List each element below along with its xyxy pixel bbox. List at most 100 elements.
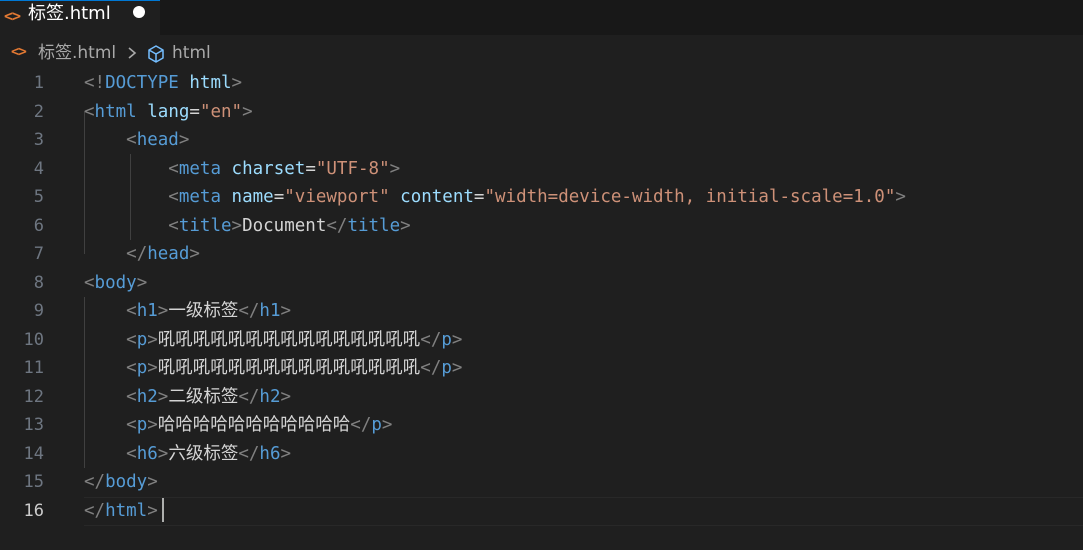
code-line[interactable]: 12 <h2>二级标签</h2> (0, 383, 1083, 412)
breadcrumb-file[interactable]: 标签.html (38, 42, 116, 64)
code-editor[interactable]: 1 <!DOCTYPE html> 2 <html lang="en"> 3 <head… (0, 69, 1083, 550)
code-token: p (441, 358, 452, 378)
code-token: = (305, 158, 316, 179)
line-number: 16 (23, 500, 44, 521)
code-line[interactable]: 2 <html lang="en"> (0, 98, 1083, 127)
code-line[interactable]: 13 <p>哈哈哈哈哈哈哈哈哈哈哈</p> (0, 411, 1083, 440)
code-token: < (126, 301, 137, 321)
html-code-icon: <> (11, 44, 27, 60)
html-code-icon: <> (4, 7, 21, 25)
code-line[interactable]: 14 <h6>六级标签</h6> (0, 440, 1083, 469)
line-number: 10 (23, 329, 44, 350)
code-token: </ (420, 329, 442, 350)
line-number: 14 (23, 443, 44, 464)
code-text: <meta charset="UTF-8"> (84, 155, 400, 183)
code-token: meta (178, 158, 221, 179)
code-token: head (147, 244, 190, 264)
code-line[interactable]: 8 <body> (0, 269, 1083, 298)
code-token: meta (178, 187, 221, 207)
code-token: title (178, 215, 232, 236)
code-line[interactable]: 6 <title>Document</title> (0, 212, 1083, 241)
code-text: <p>吼吼吼吼吼吼吼吼吼吼吼吼吼吼吼</p> (84, 326, 462, 354)
code-token: 六级标签 (168, 443, 239, 464)
code-token: > (147, 329, 158, 350)
code-line[interactable]: 11 <p>吼吼吼吼吼吼吼吼吼吼吼吼吼吼吼</p> (0, 354, 1083, 383)
line-number: 9 (33, 301, 44, 321)
code-text: <p>哈哈哈哈哈哈哈哈哈哈哈</p> (84, 411, 392, 439)
code-token: p (136, 329, 148, 350)
code-token: < (126, 130, 137, 150)
code-token: > (189, 244, 200, 264)
code-line[interactable]: 9 <h1>一级标签</h1> (0, 297, 1083, 326)
code-token: = (473, 187, 485, 207)
code-token: </ (238, 301, 260, 321)
line-number: 7 (33, 244, 44, 264)
code-token: html (105, 500, 148, 521)
code-line[interactable]: 4 <meta charset="UTF-8"> (0, 155, 1083, 184)
code-token: > (280, 443, 292, 464)
code-token: </ (84, 500, 106, 521)
code-token: "en" (199, 101, 243, 122)
tab-bar: <> 标签.html (0, 0, 1083, 35)
code-token: content (400, 187, 474, 207)
editor-window: <> 标签.html <> 标签.html html 1 <!DOCTYPE ht… (0, 0, 1083, 550)
code-token: head (136, 130, 179, 150)
code-token: </ (126, 244, 148, 264)
code-token: html (189, 73, 232, 93)
code-token: > (381, 415, 393, 435)
code-token: 吼吼吼吼吼吼吼吼吼吼吼吼吼吼吼 (157, 329, 421, 350)
code-token: "width=device-width, initial-scale=1.0" (484, 187, 896, 207)
code-line[interactable]: 7 </head> (0, 240, 1083, 269)
code-token: < (168, 215, 179, 236)
code-token: > (157, 443, 169, 464)
code-line[interactable]: 1 <!DOCTYPE html> (0, 69, 1083, 98)
text-cursor (162, 498, 164, 522)
code-text: <h6>六级标签</h6> (84, 440, 291, 468)
code-token: body (94, 272, 137, 293)
code-token: name (231, 187, 274, 207)
chevron-right-icon (128, 47, 137, 59)
code-text: </html> (84, 497, 158, 525)
code-token: html (94, 101, 137, 122)
code-line[interactable]: 15 </body> (0, 468, 1083, 497)
code-token: <! (84, 73, 106, 93)
code-token: h2 (259, 386, 281, 407)
line-number: 12 (23, 386, 44, 407)
code-text: </head> (84, 240, 200, 268)
code-token: > (389, 158, 401, 179)
code-text: <p>吼吼吼吼吼吼吼吼吼吼吼吼吼吼吼</p> (84, 354, 462, 382)
code-token: < (126, 443, 137, 464)
code-token: </ (350, 415, 372, 435)
code-token: > (451, 358, 463, 378)
code-line[interactable]: 5 <meta name="viewport" content="width=d… (0, 183, 1083, 212)
code-token: h2 (136, 386, 158, 407)
line-number: 1 (33, 73, 44, 93)
code-token: > (178, 130, 190, 150)
code-line[interactable]: 3 <head> (0, 126, 1083, 155)
code-token: > (136, 272, 148, 293)
tab-html-file[interactable]: <> 标签.html (0, 0, 160, 35)
code-line[interactable]: 10 <p>吼吼吼吼吼吼吼吼吼吼吼吼吼吼吼</p> (0, 326, 1083, 355)
line-number: 3 (33, 130, 44, 150)
code-token: p (136, 415, 148, 435)
code-token: > (280, 301, 292, 321)
code-token: charset (231, 158, 306, 179)
code-token: "UTF-8" (315, 158, 390, 179)
code-token: </ (326, 215, 348, 236)
code-token: < (126, 386, 137, 407)
breadcrumb-symbol[interactable]: html (172, 42, 211, 64)
code-token: > (147, 358, 158, 378)
unsaved-dot-icon[interactable] (133, 6, 145, 18)
code-token: > (280, 386, 292, 407)
line-number: 11 (23, 358, 44, 378)
